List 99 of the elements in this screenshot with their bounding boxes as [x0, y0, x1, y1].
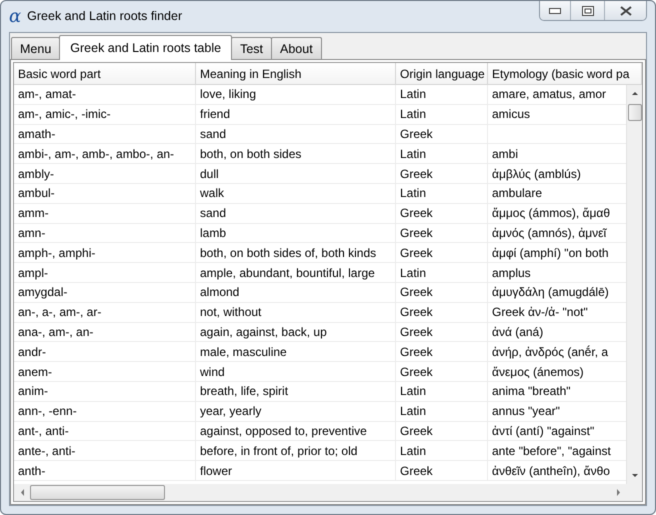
table-cell-text: wind [200, 364, 225, 381]
table-cell-text: amicus [492, 106, 530, 124]
table-cell-text: ana-, am-, an- [18, 324, 94, 341]
column-header[interactable]: Meaning in English [196, 63, 396, 84]
table-cell-text: annus "year" [492, 403, 560, 420]
table-cell-text: Greek [400, 344, 433, 361]
table-cell-text: amph-, amphi- [18, 244, 96, 262]
table-cell-text: amath- [18, 126, 56, 143]
table-cell-text: ἄνεμος (ánemos) [492, 364, 584, 381]
table-cell-text: ἀνήρ, ἀνδρός (anḗr, a [492, 344, 608, 361]
table-cell-text: year, yearly [200, 403, 262, 420]
scroll-thumb[interactable] [628, 104, 642, 121]
table-cell-text: amare, amatus, amor [492, 86, 606, 104]
table-cell-text: Greek [400, 166, 433, 183]
table-cell-text: male, masculine [200, 344, 287, 361]
table-cell-text: ampl- [18, 264, 48, 282]
tab[interactable]: Greek and Latin roots table [59, 35, 232, 60]
table-cell-text: ample, abundant, bountiful, large [200, 264, 375, 282]
table-cell-text: again, against, back, up [200, 324, 327, 341]
table-cell-text: ἀμφί (amphí) "on both [492, 244, 609, 262]
table-cell-text: dull [200, 166, 219, 183]
table-cell-text: Latin [400, 403, 426, 420]
table-cell-text: sand [200, 126, 226, 143]
table-cell-text: anim- [18, 383, 48, 400]
table-cell-text: anima "breath" [492, 383, 571, 400]
table-cell-text: Latin [400, 264, 426, 282]
horizontal-scrollbar[interactable] [14, 484, 642, 501]
scroll-thumb[interactable] [30, 485, 165, 500]
tab[interactable]: Test [231, 37, 272, 60]
table-cell-text: sand [200, 205, 226, 222]
table-cell-text: walk [200, 185, 224, 202]
table-cell-text: almond [200, 284, 240, 302]
table-cell-text: breath, life, spirit [200, 383, 288, 400]
table-cell-text: ambul- [18, 185, 55, 202]
tab[interactable]: About [271, 37, 322, 60]
minimize-button[interactable] [540, 1, 570, 20]
table-cell-text: not, without [200, 304, 262, 322]
table-cell-text: ant-, anti- [18, 422, 69, 440]
table-cell-text: anem- [18, 364, 52, 381]
table-cell-text: Latin [400, 106, 426, 124]
table-cell-text: anth- [18, 462, 46, 480]
table-cell-text: both, on both sides [200, 146, 302, 163]
table-cell-text: lamb [200, 224, 226, 242]
table-cell-text: Greek [400, 324, 433, 341]
table-cell-text: ἀμβλύς (amblús) [492, 166, 581, 183]
close-button[interactable] [604, 1, 646, 20]
close-icon [620, 6, 632, 16]
table-cell-text: ἀντί (antí) "against" [492, 422, 594, 440]
table-cell-text: before, in front of, prior to; old [200, 442, 358, 460]
table-cell-text: am-, amic-, -imic- [18, 106, 111, 124]
table-cell-text: ambi-, am-, amb-, ambo-, an- [18, 146, 174, 163]
table-cell-text: against, opposed to, preventive [200, 422, 367, 440]
table-cell-text: Greek [400, 224, 433, 242]
table-cell-text: Latin [400, 146, 426, 163]
minimize-icon [549, 8, 561, 14]
table-cell-text: Greek [400, 126, 433, 143]
table-cell-text: ἀνθεῖν (antheîn), ἄνθο [492, 462, 610, 480]
table-cell-text: ἀνά (aná) [492, 324, 544, 341]
table-cell-text: Greek [400, 304, 433, 322]
table-cell-text: Latin [400, 185, 426, 202]
table-cell-text: ambulare [492, 185, 542, 202]
table-cell-text: amm- [18, 205, 49, 222]
table-cell-text: amn- [18, 224, 46, 242]
column-header[interactable]: Basic word part [14, 63, 196, 84]
table-cell-text: ante-, anti- [18, 442, 76, 460]
table-cell-text: Greek [400, 244, 433, 262]
table-cell-text: ἀμνός (amnós), ἀμνεῖ [492, 224, 606, 242]
table-cell-text: am-, amat- [18, 86, 76, 104]
column-header[interactable]: Origin language [396, 63, 488, 84]
table-cell-text: friend [200, 106, 230, 124]
table-cell-text: Greek [400, 205, 433, 222]
table-cell-text: Greek ἀν-/ἀ- "not" [492, 304, 588, 322]
table-cell-text: ἀμυγδάλη (amugdálē) [492, 284, 609, 302]
maximize-button[interactable] [570, 1, 604, 20]
table-cell-text: ambly- [18, 166, 54, 183]
table-cell-text: Greek [400, 462, 433, 480]
maximize-icon [582, 6, 594, 16]
table-cell-text: ante "before", "against [492, 442, 611, 460]
table-cell-text: Greek [400, 364, 433, 381]
table-cell-text: Latin [400, 383, 426, 400]
table-cell-text: Greek [400, 284, 433, 302]
tab[interactable]: Menu [11, 37, 60, 60]
table-cell-text: ann-, -enn- [18, 403, 77, 420]
table-cell-text: flower [200, 462, 232, 480]
vertical-scrollbar[interactable] [626, 85, 642, 484]
table-cell-text: an-, a-, am-, ar- [18, 304, 102, 322]
table-cell-text: Latin [400, 442, 426, 460]
table-cell-text: love, liking [200, 86, 256, 104]
table-cell-text: Latin [400, 86, 426, 104]
table-cell-text: Greek [400, 422, 433, 440]
table-cell-text: andr- [18, 344, 46, 361]
window-title: Greek and Latin roots finder [27, 8, 182, 26]
app-icon: α [9, 8, 22, 26]
table-cell-text: ambi [492, 146, 518, 163]
table-cell-text: amplus [492, 264, 531, 282]
table-cell-text: ἄμμος (ámmos), ἄμαθ [492, 205, 610, 222]
table-cell-text: amygdal- [18, 284, 68, 302]
table-cell-text: both, on both sides of, both kinds [200, 244, 376, 262]
column-header[interactable]: Etymology (basic word pa [488, 63, 642, 84]
